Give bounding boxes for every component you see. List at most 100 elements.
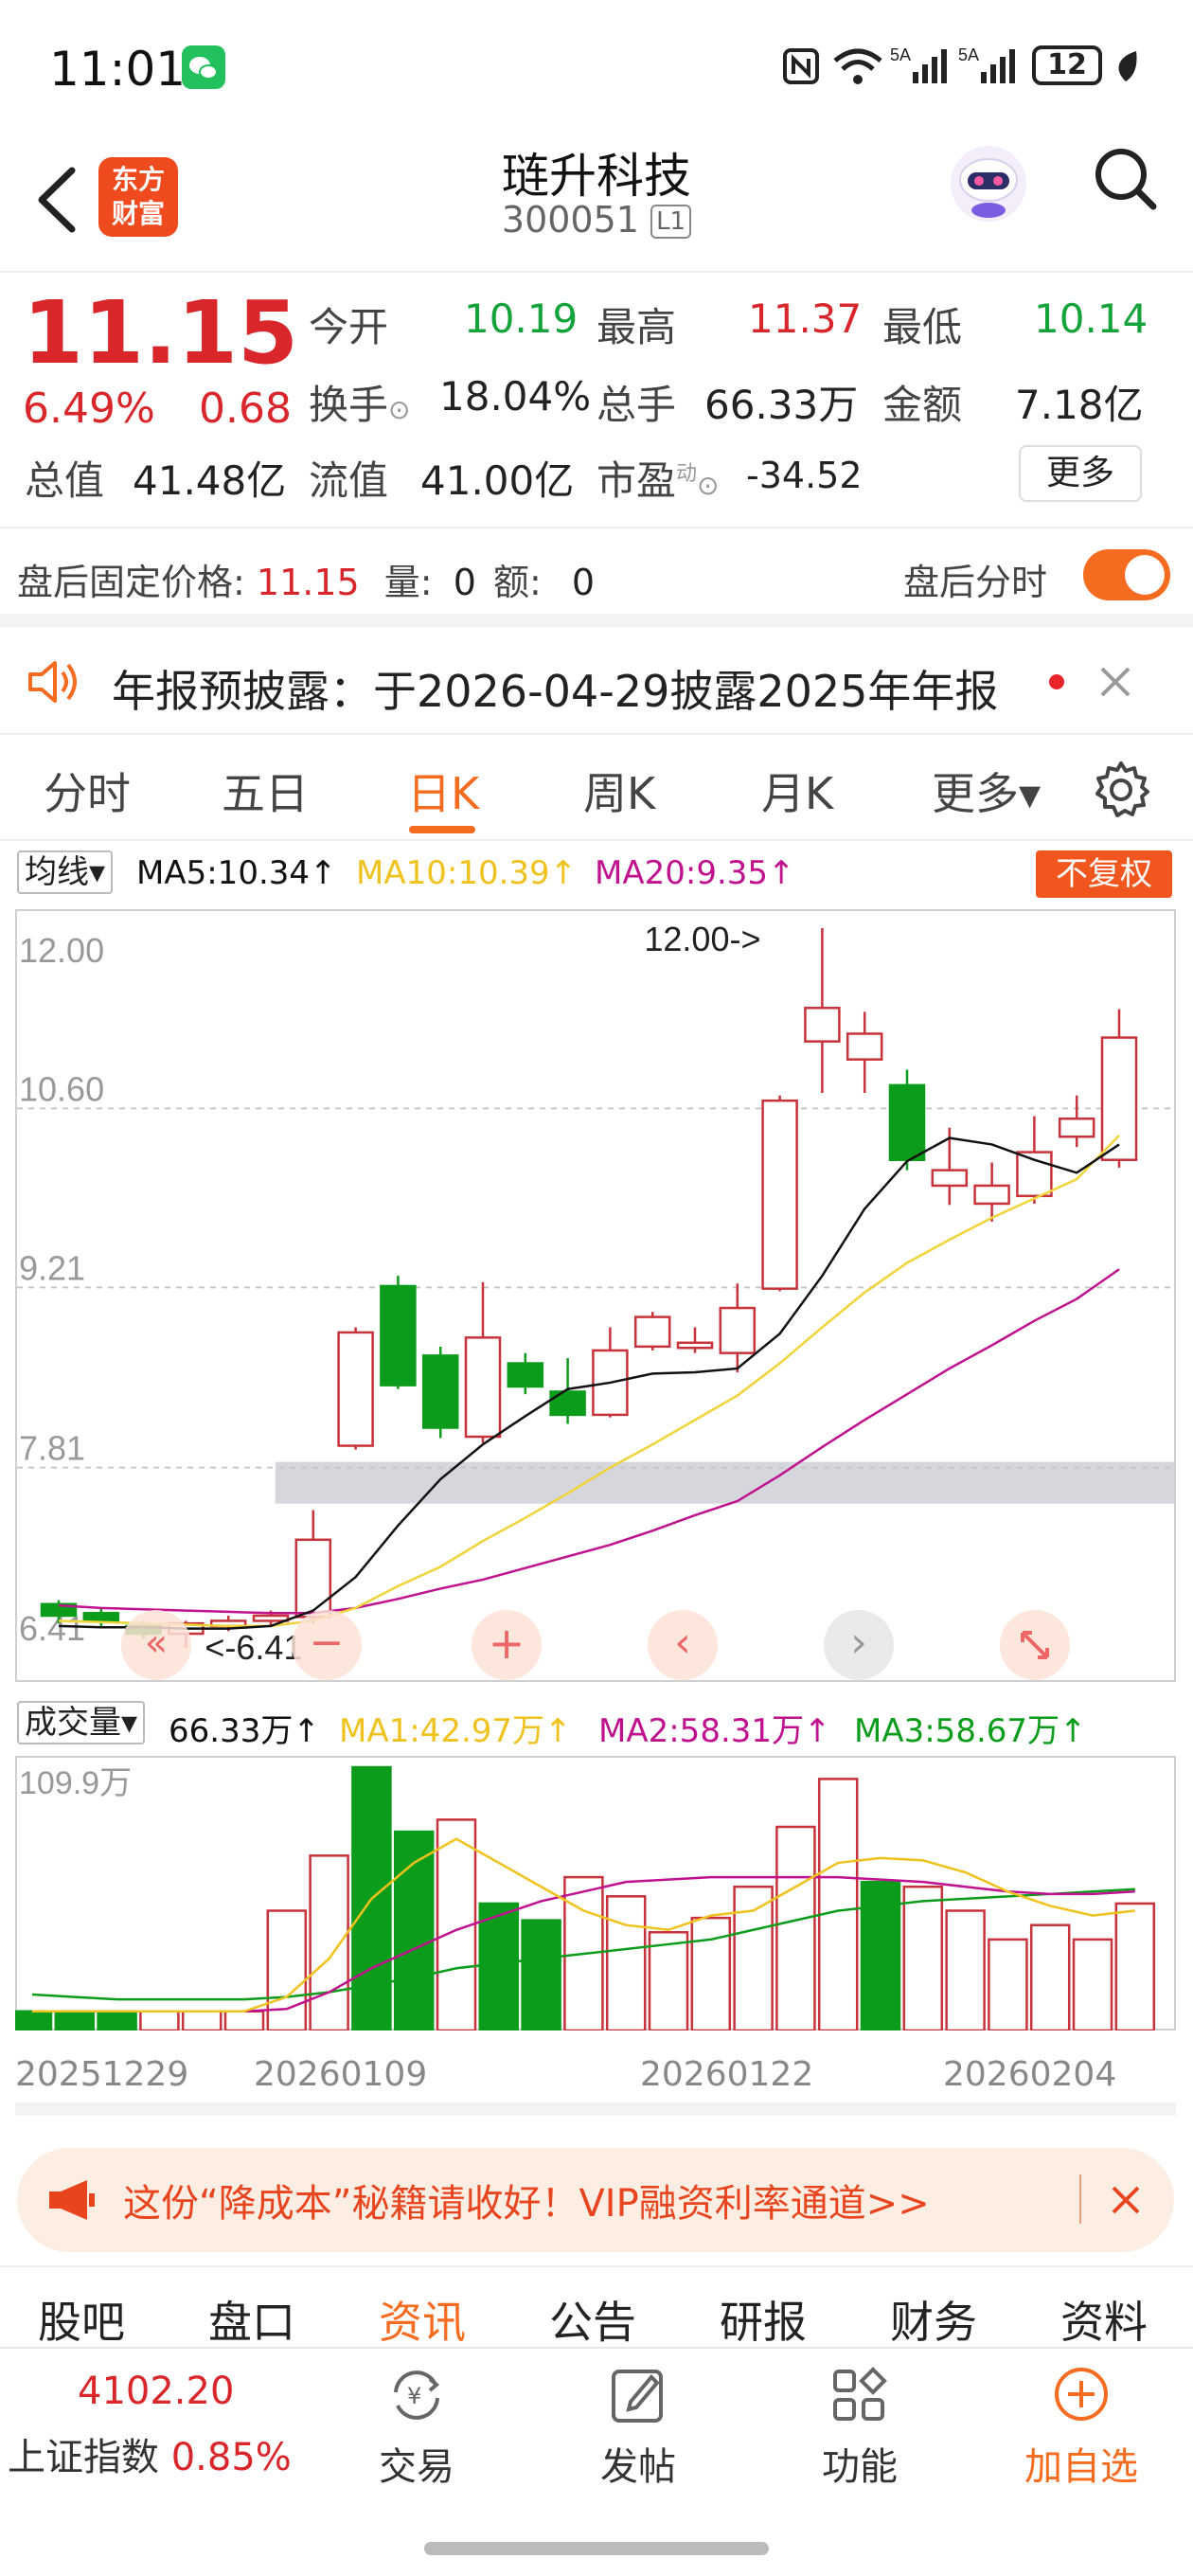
nav-trade[interactable]: ¥ 交易 [360,2364,473,2491]
active-tab-indicator [409,826,475,833]
stock-code-row: 300051 L1 [464,199,729,241]
after-hours-toggle-label: 盘后分时 [903,562,1048,603]
tab-more[interactable]: 更多▾ [932,760,1041,822]
promo-close-icon[interactable] [1108,2182,1144,2222]
volume-bar [97,2010,137,2030]
zoom-out-icon[interactable]: − [292,1610,362,1680]
turnover-value: 18.04% [439,373,592,420]
battery-icon: 12 [1032,45,1102,85]
candle-body [549,1390,586,1417]
after-hours-bar: 盘后固定价格: 11.15 量: 0 额: 0 盘后分时 [0,528,1193,627]
subtab-announcements[interactable]: 公告 [549,2288,636,2351]
candle-body [252,1614,290,1622]
kline-chart-area[interactable]: 均线▾ MA5:10.34↑ MA10:10.39↑ MA20:9.35↑ 不复… [0,843,1193,2131]
after-hours-vol: 0 [453,562,476,603]
scroll-left-icon[interactable]: ‹ [648,1610,718,1680]
candle-body [804,1007,841,1043]
status-time: 11:01 [49,42,187,97]
fullscreen-icon[interactable] [1000,1610,1070,1680]
battery-level: 12 [1047,48,1087,81]
notice-bar[interactable]: 年报预披露：于2026-04-29披露2025年年报 [0,633,1193,735]
nav-post[interactable]: 发帖 [581,2364,695,2491]
open-value: 10.19 [464,295,579,342]
zoom-in-icon[interactable]: + [472,1610,542,1680]
candle-body [1100,1036,1138,1161]
nav-add-watchlist[interactable]: 加自选 [1015,2364,1148,2491]
volume-chart[interactable]: 109.9万 [15,1756,1176,2030]
scroll-right-icon[interactable]: › [824,1610,894,1680]
leaf-icon [1112,49,1140,87]
home-indicator [424,2542,769,2555]
amount-label: 金额 [882,382,963,428]
y-tick-label: 10.60 [19,1069,104,1108]
tab-monthly-k[interactable]: 月K [761,760,833,822]
candle-body [676,1341,714,1350]
nav-functions-label: 功能 [822,2445,898,2489]
tab-daily-k[interactable]: 日K [407,760,479,822]
robot-avatar-icon[interactable] [943,136,1034,227]
nav-functions[interactable]: 功能 [803,2364,917,2491]
volume-bar [266,1909,308,2030]
index-value[interactable]: 4102.20 [78,2370,234,2413]
change-amount: 0.68 [199,385,292,433]
pe-value: -34.52 [746,455,863,496]
candle-body [464,1336,502,1439]
functions-icon [833,2367,887,2421]
subtab-research[interactable]: 研报 [720,2288,807,2351]
index-name: 上证指数 [8,2436,159,2479]
bottom-bar: 4102.20 上证指数 0.85% ¥ 交易 发帖 功能 加自选 [0,2347,1193,2576]
stock-code: 300051 [501,199,639,241]
volume-selector[interactable]: 成交量▾ [17,1701,146,1744]
volume-bar [54,2010,96,2030]
scroll-start-icon[interactable]: « [121,1610,191,1680]
float-value: 41.00亿 [420,457,575,504]
search-icon[interactable] [1089,142,1165,222]
index-change: 0.85% [170,2436,292,2479]
low-label: 最低 [882,304,963,350]
signal-icon-1: 5A [890,44,951,91]
svg-text:¥: ¥ [407,2383,421,2409]
chart-border [15,909,1176,1682]
app-logo: 东方 财富 [98,157,178,237]
volume-bar [1072,1938,1113,2030]
svg-text:5A: 5A [890,45,911,64]
promo-banner[interactable]: 这份“降成本”秘籍请收好！VIP融资利率通道>> [17,2148,1174,2252]
volume-bar [478,1902,520,2030]
after-hours-toggle[interactable] [1083,549,1170,600]
after-hours-price: 11.15 [256,562,360,603]
volume-bar [309,1854,349,2030]
subtab-profile[interactable]: 资料 [1060,2288,1148,2351]
candle-body [380,1284,417,1386]
amount-value: 7.18亿 [1015,382,1144,428]
ma10-line [58,1135,1120,1628]
y-tick-label: 9.21 [19,1248,85,1287]
kline-chart[interactable]: 12.0010.609.217.816.4112.00-><-6.41 [15,909,1176,1682]
quote-panel: 11.15 6.49% 0.68 今开 10.19 最高 11.37 最低 10… [0,275,1193,528]
svg-text:5A: 5A [958,45,979,64]
nav-trade-label: 交易 [379,2445,454,2489]
more-button[interactable]: 更多 [1019,445,1142,502]
volume-bar [988,1938,1028,2030]
adjust-button[interactable]: 不复权 [1036,850,1172,898]
y-tick-label: 7.81 [19,1429,85,1468]
volume-bar [733,1885,774,2030]
ma-selector[interactable]: 均线▾ [17,850,114,894]
candle-body [421,1354,459,1429]
tab-intraday[interactable]: 分时 [44,760,131,822]
subtab-guba[interactable]: 股吧 [38,2288,125,2351]
info-icon: ⊙ [388,394,411,425]
tab-five-day[interactable]: 五日 [222,760,309,822]
candle-body [337,1331,374,1447]
tab-weekly-k[interactable]: 周K [583,760,655,822]
volume-bar [775,1825,816,2030]
close-icon[interactable] [1096,663,1134,705]
back-icon[interactable] [28,157,85,246]
candle-body [82,1612,120,1622]
ma5-line [58,1136,1120,1630]
settings-gear-icon[interactable] [1091,760,1151,824]
signal-icon-2: 5A [958,44,1019,91]
subtab-finance[interactable]: 财务 [890,2288,977,2351]
subtab-pankou[interactable]: 盘口 [208,2288,295,2351]
index-row[interactable]: 上证指数 0.85% [8,2426,292,2481]
subtab-news[interactable]: 资讯 [379,2288,466,2351]
